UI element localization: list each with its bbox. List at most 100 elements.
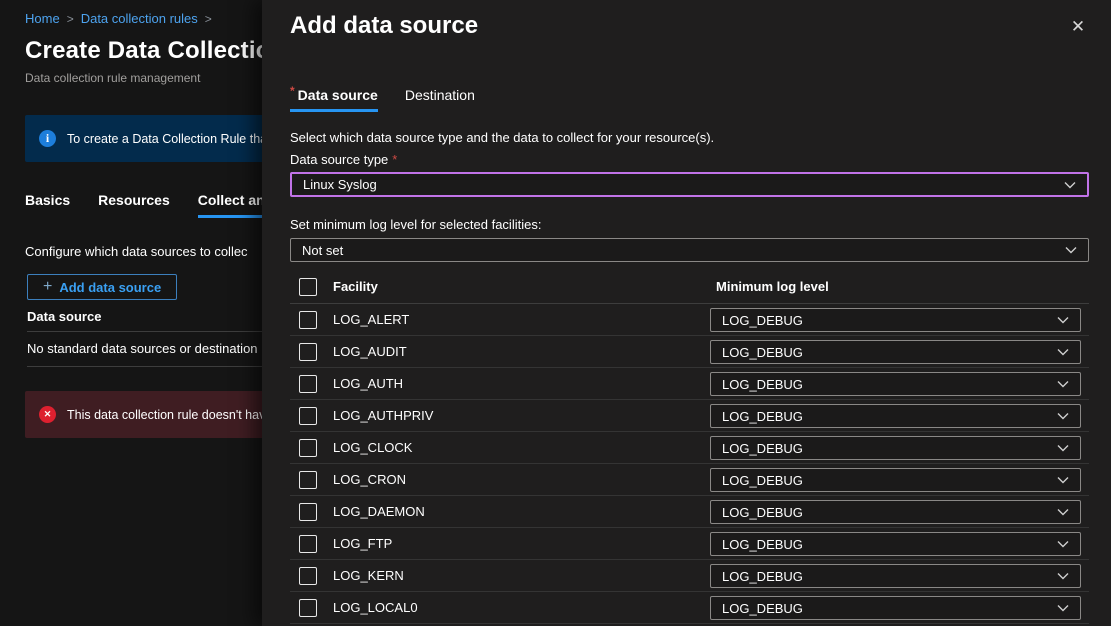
row-level-value: LOG_DEBUG [722, 409, 803, 424]
facility-checkbox[interactable] [299, 471, 317, 489]
required-asterisk: * [290, 84, 295, 100]
row-level-dropdown[interactable]: LOG_DEBUG [710, 596, 1081, 620]
add-data-source-button-label: Add data source [59, 280, 161, 295]
data-source-type-dropdown[interactable]: Linux Syslog [290, 172, 1089, 197]
facility-name: LOG_ALERT [333, 312, 409, 327]
chevron-down-icon [1057, 604, 1069, 612]
facility-checkbox[interactable] [299, 375, 317, 393]
chevron-down-icon [1057, 572, 1069, 580]
add-data-source-panel: Add data source ✕ * Data source Destinat… [262, 0, 1111, 626]
row-level-dropdown[interactable]: LOG_DEBUG [710, 500, 1081, 524]
tab-destination-label: Destination [405, 87, 475, 103]
chevron-down-icon [1057, 348, 1069, 356]
table-row: LOG_CRON LOG_DEBUG [290, 464, 1089, 496]
min-log-level-dropdown[interactable]: Not set [290, 238, 1089, 262]
facility-table-body: LOG_ALERT LOG_DEBUG LOG_AUDIT LOG_DEBUG … [290, 304, 1089, 624]
min-log-level-label: Set minimum log level for selected facil… [290, 217, 541, 232]
chevron-down-icon [1057, 380, 1069, 388]
facility-checkbox[interactable] [299, 535, 317, 553]
table-row: LOG_KERN LOG_DEBUG [290, 560, 1089, 592]
breadcrumb-home-link[interactable]: Home [25, 11, 60, 26]
data-source-column-header: Data source [27, 309, 101, 324]
select-all-checkbox[interactable] [299, 278, 317, 296]
facility-name: LOG_FTP [333, 536, 392, 551]
add-data-source-button[interactable]: + Add data source [27, 274, 177, 300]
table-row: LOG_FTP LOG_DEBUG [290, 528, 1089, 560]
row-level-dropdown[interactable]: LOG_DEBUG [710, 468, 1081, 492]
data-source-type-label-text: Data source type [290, 152, 388, 167]
chevron-down-icon [1057, 412, 1069, 420]
tab-data-source[interactable]: * Data source [290, 87, 378, 112]
facility-checkbox[interactable] [299, 407, 317, 425]
row-level-dropdown[interactable]: LOG_DEBUG [710, 436, 1081, 460]
page-tabs: Basics Resources Collect and d [25, 192, 286, 218]
row-level-value: LOG_DEBUG [722, 377, 803, 392]
facility-name: LOG_AUTH [333, 376, 403, 391]
table-row: LOG_DAEMON LOG_DEBUG [290, 496, 1089, 528]
table-row: LOG_CLOCK LOG_DEBUG [290, 432, 1089, 464]
page-subtitle: Data collection rule management [25, 71, 200, 85]
required-asterisk: * [392, 152, 397, 167]
facility-checkbox[interactable] [299, 439, 317, 457]
row-level-dropdown[interactable]: LOG_DEBUG [710, 372, 1081, 396]
error-banner-text: This data collection rule doesn't have [67, 408, 272, 422]
facility-name: LOG_AUTHPRIV [333, 408, 433, 423]
table-row: LOG_AUTH LOG_DEBUG [290, 368, 1089, 400]
chevron-down-icon [1057, 444, 1069, 452]
facility-column-header: Facility [333, 279, 378, 294]
facility-name: LOG_KERN [333, 568, 404, 583]
info-banner-text: To create a Data Collection Rule that c [67, 132, 280, 146]
facility-checkbox[interactable] [299, 567, 317, 585]
table-row: LOG_AUTHPRIV LOG_DEBUG [290, 400, 1089, 432]
row-level-dropdown[interactable]: LOG_DEBUG [710, 340, 1081, 364]
min-log-level-value: Not set [302, 243, 343, 258]
facility-checkbox[interactable] [299, 503, 317, 521]
table-row: LOG_LOCAL0 LOG_DEBUG [290, 592, 1089, 624]
breadcrumb-separator-icon: > [67, 12, 74, 26]
chevron-down-icon [1057, 316, 1069, 324]
data-source-type-label: Data source type * [290, 152, 397, 167]
row-level-value: LOG_DEBUG [722, 505, 803, 520]
tab-resources[interactable]: Resources [98, 192, 170, 218]
facility-checkbox[interactable] [299, 311, 317, 329]
row-level-value: LOG_DEBUG [722, 537, 803, 552]
row-level-dropdown[interactable]: LOG_DEBUG [710, 564, 1081, 588]
panel-title: Add data source [290, 12, 478, 40]
screen: Home > Data collection rules > Create Da… [0, 0, 1111, 626]
panel-description: Select which data source type and the da… [290, 130, 714, 145]
row-level-value: LOG_DEBUG [722, 345, 803, 360]
facility-table: Facility Minimum log level LOG_ALERT LOG… [290, 270, 1089, 624]
breadcrumb-rules-link[interactable]: Data collection rules [81, 11, 198, 26]
empty-list-message: No standard data sources or destination [27, 341, 258, 356]
chevron-down-icon [1064, 181, 1076, 189]
row-level-dropdown[interactable]: LOG_DEBUG [710, 308, 1081, 332]
facility-name: LOG_LOCAL0 [333, 600, 418, 615]
facility-name: LOG_CLOCK [333, 440, 412, 455]
chevron-down-icon [1057, 540, 1069, 548]
panel-tabs: * Data source Destination [290, 87, 475, 112]
tab-basics[interactable]: Basics [25, 192, 70, 218]
row-level-value: LOG_DEBUG [722, 441, 803, 456]
facility-checkbox[interactable] [299, 343, 317, 361]
facility-name: LOG_AUDIT [333, 344, 407, 359]
info-icon: i [39, 130, 56, 147]
chevron-down-icon [1057, 476, 1069, 484]
row-level-dropdown[interactable]: LOG_DEBUG [710, 532, 1081, 556]
level-column-header: Minimum log level [716, 279, 829, 294]
facility-name: LOG_DAEMON [333, 504, 425, 519]
breadcrumb: Home > Data collection rules > [25, 11, 212, 26]
plus-icon: + [43, 279, 52, 295]
error-icon: ✕ [39, 406, 56, 423]
page-title: Create Data Collection [25, 37, 285, 65]
tab-destination[interactable]: Destination [405, 87, 475, 112]
close-icon[interactable]: ✕ [1065, 14, 1091, 40]
row-level-value: LOG_DEBUG [722, 601, 803, 616]
breadcrumb-separator-icon: > [205, 12, 212, 26]
table-row: LOG_ALERT LOG_DEBUG [290, 304, 1089, 336]
facility-name: LOG_CRON [333, 472, 406, 487]
facility-table-header: Facility Minimum log level [290, 270, 1089, 304]
row-level-value: LOG_DEBUG [722, 569, 803, 584]
facility-checkbox[interactable] [299, 599, 317, 617]
row-level-dropdown[interactable]: LOG_DEBUG [710, 404, 1081, 428]
data-source-type-value: Linux Syslog [303, 177, 377, 192]
